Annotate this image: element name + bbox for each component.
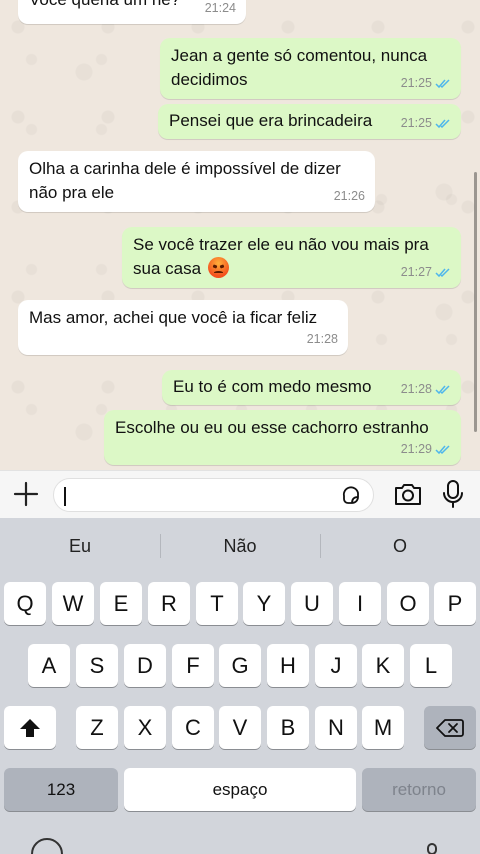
numbers-key[interactable]: 123 bbox=[4, 768, 118, 811]
message-time: 21:29 bbox=[400, 442, 432, 456]
microphone-icon[interactable] bbox=[440, 479, 466, 509]
key-b[interactable]: B bbox=[267, 706, 309, 749]
key-l[interactable]: L bbox=[410, 644, 452, 687]
suggestion-3[interactable]: O bbox=[320, 518, 480, 574]
key-s[interactable]: S bbox=[76, 644, 118, 687]
key-y[interactable]: Y bbox=[243, 582, 285, 625]
message-meta: 21:26 bbox=[334, 184, 365, 208]
message-time: 21:28 bbox=[306, 332, 338, 346]
message-meta: 21:25 bbox=[401, 71, 451, 95]
message-meta: 21:25 bbox=[401, 111, 451, 135]
message-meta: 21:24 bbox=[205, 0, 236, 20]
suggestion-bar: Eu Não O bbox=[0, 518, 480, 574]
plus-icon[interactable] bbox=[12, 480, 40, 508]
message-text: Se você trazer ele eu não vou mais pra s… bbox=[133, 233, 429, 281]
key-u[interactable]: U bbox=[291, 582, 333, 625]
message-text: Jean a gente só comentou, nunca decidimo… bbox=[171, 46, 428, 89]
key-a[interactable]: A bbox=[28, 644, 70, 687]
message-incoming[interactable]: Mas amor, achei que você ia ficar feliz … bbox=[18, 300, 348, 355]
key-x[interactable]: X bbox=[124, 706, 166, 749]
camera-icon[interactable] bbox=[393, 481, 423, 507]
delete-key[interactable] bbox=[424, 706, 476, 749]
emoji-icon bbox=[31, 838, 63, 854]
sticker-icon[interactable] bbox=[340, 485, 362, 507]
key-d[interactable]: D bbox=[124, 644, 166, 687]
message-text: Eu to é com medo mesmo bbox=[173, 377, 372, 396]
key-v[interactable]: V bbox=[219, 706, 261, 749]
read-ticks-icon bbox=[435, 118, 450, 128]
suggestion-1[interactable]: Eu bbox=[0, 518, 160, 574]
shift-icon bbox=[20, 718, 40, 737]
keyboard: Eu Não O Q W E R T Y U I O P A S D F G H… bbox=[0, 518, 480, 854]
chat-area[interactable]: Você queria um né? 21:24 Jean a gente só… bbox=[0, 0, 480, 470]
message-meta: 21:29 bbox=[401, 437, 451, 461]
message-incoming[interactable]: Olha a carinha dele é impossível de dize… bbox=[18, 151, 375, 212]
chat-scrollbar[interactable] bbox=[474, 172, 477, 432]
key-j[interactable]: J bbox=[315, 644, 357, 687]
key-p[interactable]: P bbox=[434, 582, 476, 625]
key-k[interactable]: K bbox=[362, 644, 404, 687]
key-i[interactable]: I bbox=[339, 582, 381, 625]
message-time: 21:27 bbox=[400, 265, 432, 279]
shift-key[interactable] bbox=[4, 706, 56, 749]
key-h[interactable]: H bbox=[267, 644, 309, 687]
message-text: Escolhe ou eu ou esse cachorro estranho bbox=[115, 418, 429, 437]
message-text: Mas amor, achei que você ia ficar feliz bbox=[29, 308, 318, 327]
message-outgoing[interactable]: Eu to é com medo mesmo 21:28 bbox=[162, 370, 461, 405]
message-meta: 21:28 bbox=[307, 327, 338, 351]
message-outgoing[interactable]: Escolhe ou eu ou esse cachorro estranho … bbox=[104, 410, 461, 465]
key-g[interactable]: G bbox=[219, 644, 261, 687]
message-incoming[interactable]: Você queria um né? 21:24 bbox=[18, 0, 246, 24]
message-input-bar bbox=[0, 470, 480, 518]
keyboard-bottom-icons bbox=[31, 838, 437, 854]
message-time: 21:24 bbox=[204, 1, 236, 15]
message-text: Você queria um né? bbox=[29, 0, 180, 12]
read-ticks-icon bbox=[435, 444, 450, 454]
message-time: 21:28 bbox=[400, 382, 432, 396]
message-outgoing[interactable]: Jean a gente só comentou, nunca decidimo… bbox=[160, 38, 461, 99]
message-text-content: Se você trazer ele eu não vou mais pra s… bbox=[133, 235, 429, 278]
angry-face-icon bbox=[207, 257, 229, 278]
space-key[interactable]: espaço bbox=[124, 768, 356, 811]
key-t[interactable]: T bbox=[196, 582, 238, 625]
message-meta: 21:28 bbox=[401, 377, 451, 401]
dictation-icon bbox=[427, 843, 437, 854]
suggestion-2[interactable]: Não bbox=[160, 518, 320, 574]
read-ticks-icon bbox=[435, 78, 450, 88]
message-outgoing[interactable]: Se você trazer ele eu não vou mais pra s… bbox=[122, 227, 461, 288]
read-ticks-icon bbox=[435, 384, 450, 394]
message-time: 21:25 bbox=[400, 116, 432, 130]
key-e[interactable]: E bbox=[100, 582, 142, 625]
key-n[interactable]: N bbox=[315, 706, 357, 749]
read-ticks-icon bbox=[435, 267, 450, 277]
backspace-icon bbox=[436, 718, 464, 737]
message-meta: 21:27 bbox=[401, 260, 451, 284]
key-z[interactable]: Z bbox=[76, 706, 118, 749]
message-text: Pensei que era brincadeira bbox=[169, 111, 373, 130]
key-f[interactable]: F bbox=[172, 644, 214, 687]
message-text: Olha a carinha dele é impossível de dize… bbox=[29, 159, 341, 202]
key-q[interactable]: Q bbox=[4, 582, 46, 625]
key-c[interactable]: C bbox=[172, 706, 214, 749]
text-caret bbox=[64, 487, 66, 506]
key-r[interactable]: R bbox=[148, 582, 190, 625]
message-input[interactable] bbox=[53, 478, 374, 512]
key-w[interactable]: W bbox=[52, 582, 94, 625]
key-o[interactable]: O bbox=[387, 582, 429, 625]
message-time: 21:26 bbox=[333, 189, 365, 203]
key-m[interactable]: M bbox=[362, 706, 404, 749]
return-key[interactable]: retorno bbox=[362, 768, 476, 811]
message-time: 21:25 bbox=[400, 76, 432, 90]
message-outgoing[interactable]: Pensei que era brincadeira 21:25 bbox=[158, 104, 461, 139]
